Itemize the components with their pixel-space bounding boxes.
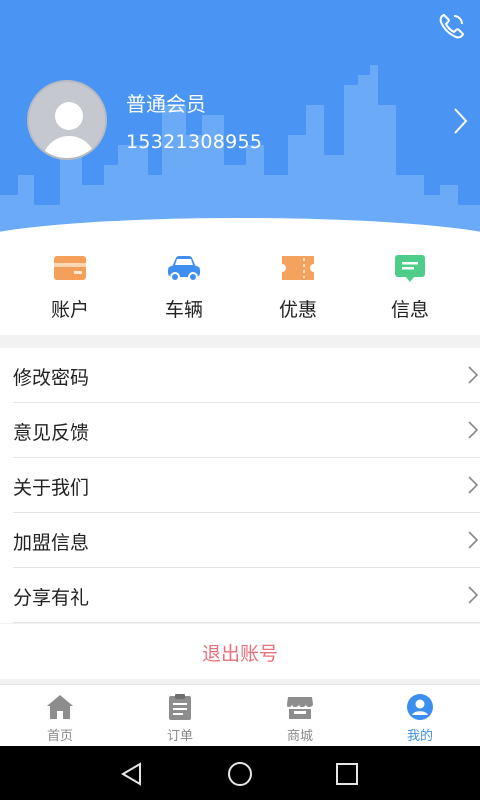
avatar[interactable] <box>27 80 107 160</box>
chevron-right-icon <box>468 586 478 604</box>
list-item-label: 关于我们 <box>13 477 90 499</box>
avatar-body <box>42 136 96 158</box>
quick-action-account[interactable]: 账户 <box>10 245 130 335</box>
phone-icon[interactable] <box>436 12 466 42</box>
tab-orders[interactable]: 订单 <box>120 685 240 747</box>
list-item-change-password[interactable]: 修改密码 <box>13 348 480 403</box>
back-icon[interactable] <box>118 760 146 788</box>
logout-button[interactable]: 退出账号 <box>0 624 480 679</box>
chevron-right-icon <box>468 476 478 494</box>
list-item-share[interactable]: 分享有礼 <box>13 568 480 623</box>
ticket-icon <box>282 256 314 280</box>
list-item-label: 修改密码 <box>13 367 90 389</box>
store-icon <box>287 697 313 719</box>
quick-action-discount[interactable]: 优惠 <box>238 245 358 335</box>
quick-action-vehicle[interactable]: 车辆 <box>124 245 244 335</box>
quick-action-label: 账户 <box>50 299 89 321</box>
tab-store[interactable]: 商城 <box>240 685 360 747</box>
system-nav-bar <box>0 746 480 800</box>
list-item-label: 分享有礼 <box>13 587 90 609</box>
phone-number: 15321308955 <box>126 131 263 153</box>
home-circle-icon[interactable] <box>226 760 254 788</box>
chevron-right-icon <box>468 421 478 439</box>
quick-actions: 账户 车辆 优惠 信息 <box>0 245 480 335</box>
tab-home[interactable]: 首页 <box>0 685 120 747</box>
list-item-franchise[interactable]: 加盟信息 <box>13 513 480 568</box>
bottom-tab-bar: 首页 订单 商城 我的 <box>0 684 480 746</box>
tab-label: 首页 <box>46 729 73 744</box>
chevron-right-icon <box>468 366 478 384</box>
tab-label: 订单 <box>166 729 193 744</box>
tab-mine[interactable]: 我的 <box>360 685 480 747</box>
recents-icon[interactable] <box>333 760 361 788</box>
list-item-feedback[interactable]: 意见反馈 <box>13 403 480 458</box>
car-icon <box>168 256 200 282</box>
chevron-right-icon[interactable] <box>452 107 468 135</box>
quick-action-message[interactable]: 信息 <box>350 245 470 335</box>
list-item-label: 意见反馈 <box>13 422 90 444</box>
home-icon <box>47 695 73 719</box>
card-icon <box>54 256 86 280</box>
member-level: 普通会员 <box>126 92 206 116</box>
tab-label: 我的 <box>406 729 433 744</box>
quick-action-label: 优惠 <box>278 299 317 321</box>
chevron-right-icon <box>468 531 478 549</box>
user-icon <box>407 694 433 720</box>
message-icon <box>395 255 425 282</box>
list-item-label: 加盟信息 <box>13 532 90 554</box>
quick-action-label: 信息 <box>390 299 429 321</box>
settings-list: 修改密码 意见反馈 关于我们 加盟信息 分享有礼 <box>0 348 480 623</box>
logout-label: 退出账号 <box>201 643 278 665</box>
quick-action-label: 车辆 <box>164 299 203 321</box>
profile-header: 普通会员 15321308955 <box>0 0 480 245</box>
list-item-about-us[interactable]: 关于我们 <box>13 458 480 513</box>
tab-label: 商城 <box>286 729 313 744</box>
clipboard-icon <box>169 694 191 720</box>
avatar-head <box>55 102 83 130</box>
